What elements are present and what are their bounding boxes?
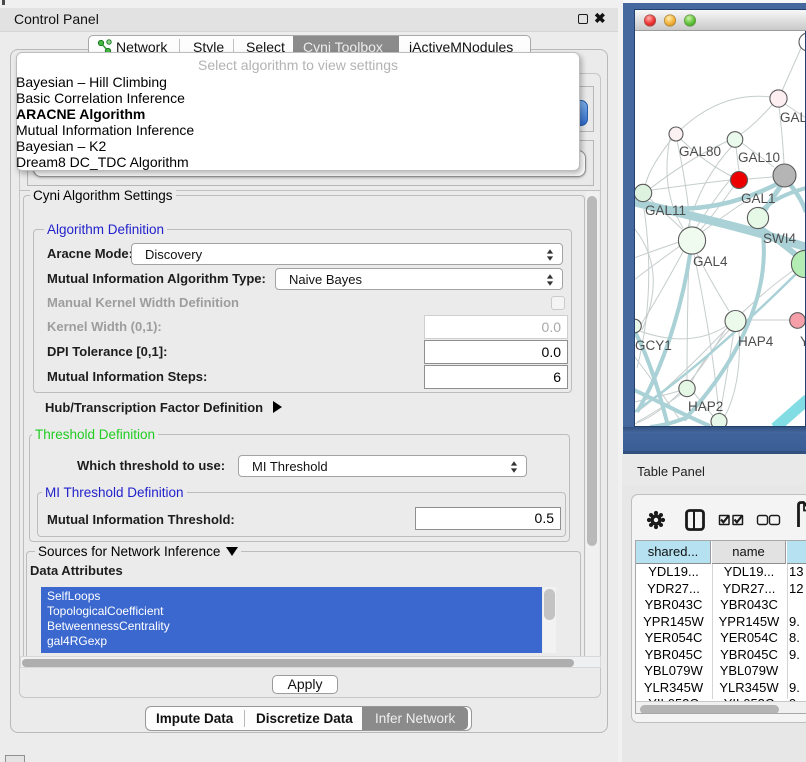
- svg-text:GAL10: GAL10: [738, 150, 780, 165]
- svg-text:GAL11: GAL11: [645, 203, 686, 218]
- svg-text:GAL7: GAL7: [780, 110, 805, 125]
- svg-text:SWI4: SWI4: [763, 231, 796, 246]
- svg-text:GAL4: GAL4: [693, 254, 728, 269]
- svg-text:HAP2: HAP2: [688, 399, 723, 414]
- svg-text:GCY1: GCY1: [635, 338, 672, 353]
- svg-text:Y: Y: [800, 334, 805, 349]
- svg-text:GAL80: GAL80: [679, 144, 721, 159]
- svg-text:HAP4: HAP4: [738, 334, 774, 349]
- svg-text:GAL1: GAL1: [741, 191, 776, 206]
